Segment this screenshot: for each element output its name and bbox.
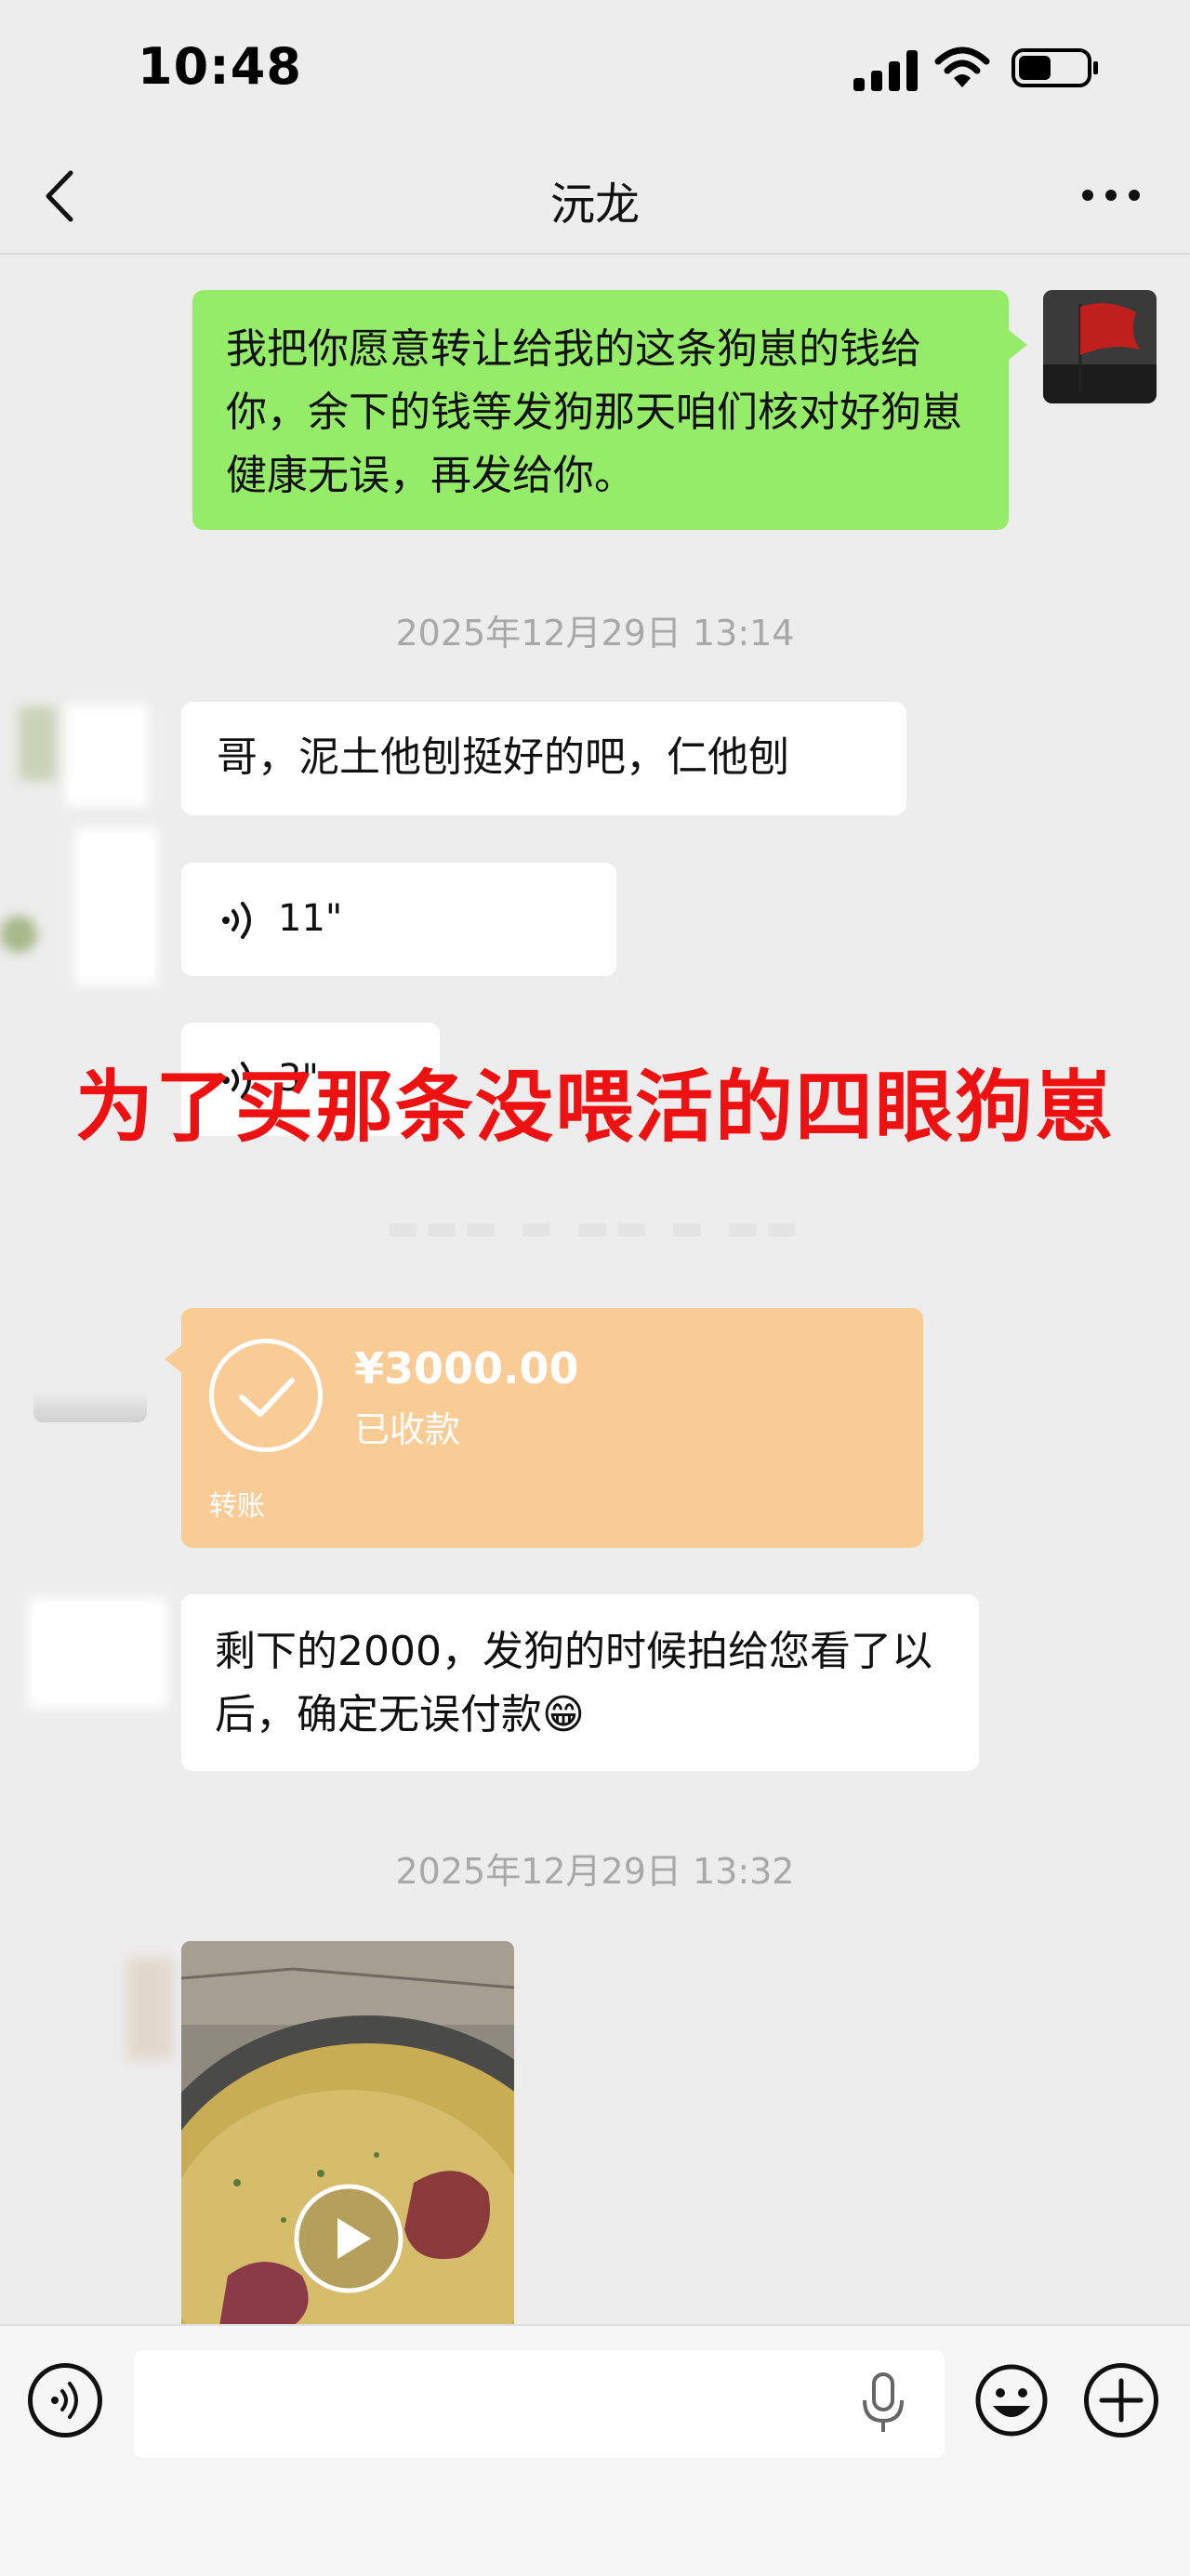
battery-icon bbox=[1012, 48, 1098, 87]
more-dots-icon[interactable] bbox=[1078, 177, 1144, 214]
input-bar bbox=[0, 2324, 1190, 2576]
plus-icon[interactable] bbox=[1084, 2363, 1158, 2437]
peer-message-bubble[interactable]: 哥，泥土他刨挺好的吧，仁他刨 bbox=[181, 702, 906, 815]
video-message[interactable] bbox=[181, 1941, 514, 2332]
peer-avatar[interactable] bbox=[33, 1320, 147, 1422]
bubble-tail bbox=[1009, 330, 1027, 360]
voice-duration: 11" bbox=[278, 897, 343, 940]
message-timestamp: 2025年12月29日 13:32 bbox=[395, 1851, 795, 1892]
peer-message-bubble[interactable]: 剩下的2000，发狗的时候拍给您看了以后，确定无误付款😁 bbox=[181, 1594, 979, 1771]
avatar-flag-image bbox=[1043, 290, 1157, 403]
message-input[interactable] bbox=[134, 2350, 945, 2458]
message-timestamp: 2025年12月29日 13:14 bbox=[395, 613, 795, 654]
voice-icon[interactable] bbox=[28, 2363, 102, 2437]
cellular-signal-icon bbox=[853, 50, 920, 91]
peer-avatar[interactable] bbox=[126, 1958, 173, 2060]
overlay-caption: 为了买那条没喂活的四眼狗崽 bbox=[74, 1062, 1115, 1153]
transfer-amount: ¥3000.00 bbox=[354, 1343, 579, 1394]
nav-bar: 沅龙 bbox=[0, 139, 1190, 255]
mic-icon[interactable] bbox=[857, 2371, 909, 2436]
obscured-timestamp: ▬▬▬ ▬ ▬▬ ▬ ▬▬ bbox=[386, 1207, 804, 1248]
avatar-fragment bbox=[0, 916, 37, 953]
status-bar: 10:48 bbox=[0, 0, 1190, 139]
avatar-fragment bbox=[19, 707, 56, 781]
peer-avatar[interactable] bbox=[65, 705, 149, 807]
play-icon[interactable] bbox=[293, 2183, 404, 2294]
peer-avatar[interactable] bbox=[74, 827, 158, 985]
transfer-card[interactable]: ¥3000.00 已收款 转账 bbox=[181, 1308, 923, 1548]
emoji-icon[interactable] bbox=[974, 2363, 1049, 2437]
chat-title: 沅龙 bbox=[549, 178, 640, 231]
voice-message-bubble[interactable]: 11" bbox=[181, 863, 616, 976]
voice-wave-icon bbox=[222, 902, 251, 939]
status-time: 10:48 bbox=[138, 37, 302, 96]
my-avatar[interactable] bbox=[1043, 290, 1157, 403]
wifi-icon bbox=[934, 46, 990, 87]
transfer-status: 已收款 bbox=[354, 1409, 461, 1450]
transfer-label: 转账 bbox=[209, 1490, 265, 1523]
bubble-tail bbox=[165, 1344, 183, 1374]
peer-avatar[interactable] bbox=[28, 1597, 167, 1709]
my-message-bubble[interactable]: 我把你愿意转让给我的这条狗崽的钱给你，余下的钱等发狗那天咱们核对好狗崽健康无误，… bbox=[192, 290, 1009, 530]
check-circle-icon bbox=[209, 1339, 323, 1452]
